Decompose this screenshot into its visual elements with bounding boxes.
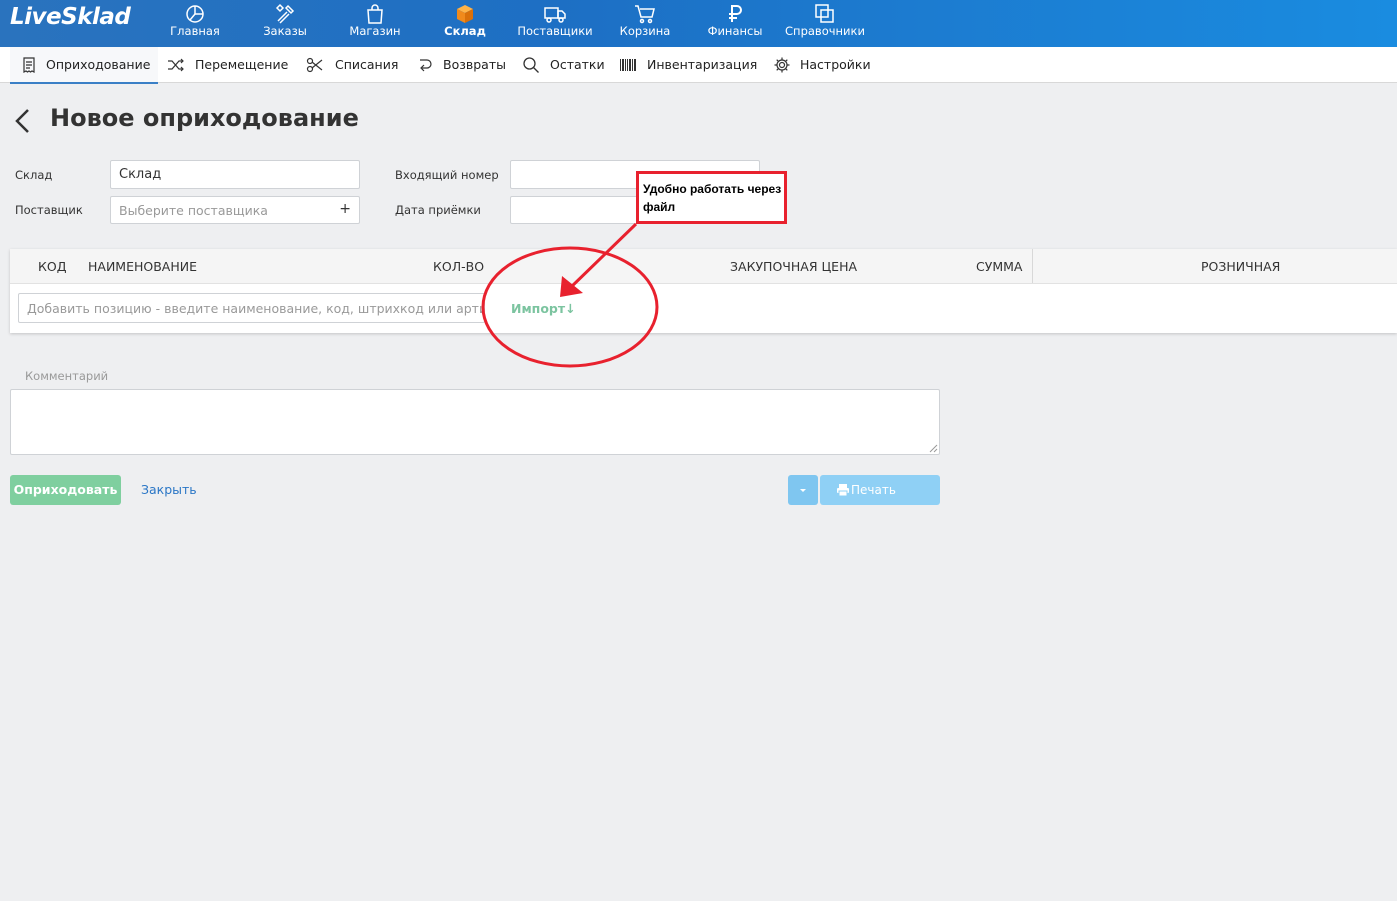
- annotation-text: Удобно работать через файл: [643, 182, 782, 214]
- comment-label: Комментарий: [25, 369, 109, 383]
- subnav-label: Оприходование: [46, 57, 151, 72]
- subnav-item-transfer[interactable]: Перемещение: [167, 47, 292, 82]
- return-icon: [420, 59, 432, 72]
- submit-receiving-button[interactable]: Оприходовать: [10, 475, 121, 505]
- comment-textarea[interactable]: [10, 389, 940, 455]
- incoming-number-label: Входящий номер: [395, 168, 499, 182]
- nav-label: Магазин: [349, 24, 401, 38]
- gear-icon: [774, 57, 790, 73]
- printer-icon: [837, 484, 849, 497]
- supplier-select[interactable]: Выберите поставщика +: [110, 196, 360, 224]
- subnav-label: Остатки: [550, 57, 605, 72]
- column-header-sum[interactable]: СУММА: [976, 259, 1022, 274]
- cart-icon: [635, 5, 655, 24]
- print-label: Печать: [851, 483, 896, 497]
- subnav-item-stock[interactable]: Остатки: [522, 47, 607, 82]
- warehouse-select[interactable]: Склад: [110, 160, 360, 189]
- column-header-purchase-price[interactable]: ЗАКУПОЧНАЯ ЦЕНА: [730, 259, 857, 274]
- import-link[interactable]: Импорт↓: [511, 301, 576, 316]
- items-table: КОД НАИМЕНОВАНИЕ КОЛ-ВО ЗАКУПОЧНАЯ ЦЕНА …: [10, 249, 1397, 333]
- subnav-label: Возвраты: [443, 57, 506, 72]
- nav-label: Поставщики: [517, 24, 593, 38]
- tools-icon: [275, 3, 295, 24]
- nav-label: Справочники: [785, 24, 865, 38]
- nav-label: Заказы: [263, 24, 307, 38]
- add-supplier-plus-icon[interactable]: +: [339, 201, 351, 217]
- pie-chart-icon: [186, 5, 204, 23]
- column-header-quantity[interactable]: КОЛ-ВО: [433, 259, 484, 274]
- search-icon: [523, 57, 539, 73]
- back-arrow-icon[interactable]: [14, 108, 32, 134]
- subnav-label: Инвентаризация: [647, 57, 758, 72]
- nav-item-cart[interactable]: Корзина: [600, 0, 690, 47]
- warehouse-label: Склад: [15, 168, 53, 182]
- subnav-item-settings[interactable]: Настройки: [773, 47, 873, 82]
- add-position-input[interactable]: Добавить позицию - введите наименование,…: [18, 293, 485, 323]
- table-header: КОД НАИМЕНОВАНИЕ КОЛ-ВО ЗАКУПОЧНАЯ ЦЕНА …: [10, 249, 1397, 284]
- copy-icon: [815, 4, 834, 23]
- column-header-name[interactable]: НАИМЕНОВАНИЕ: [88, 259, 197, 274]
- warehouse-subnav: Оприходование Перемещение Списания Возвр…: [0, 47, 1397, 84]
- shuffle-icon: [168, 58, 184, 72]
- supplier-label: Поставщик: [15, 203, 83, 217]
- truck-icon: [544, 7, 566, 23]
- subnav-item-writeoffs[interactable]: Списания: [306, 47, 406, 82]
- subnav-label: Настройки: [800, 57, 871, 72]
- annotation-callout: Удобно работать через файл: [636, 171, 787, 224]
- subnav-label: Перемещение: [195, 57, 289, 72]
- nav-item-directories[interactable]: Справочники: [780, 0, 870, 47]
- nav-label: Финансы: [707, 24, 763, 38]
- warehouse-box-icon: [457, 5, 473, 23]
- column-header-retail[interactable]: РОЗНИЧНАЯ: [1201, 259, 1280, 274]
- nav-item-warehouse[interactable]: Склад: [420, 0, 510, 47]
- subnav-item-returns[interactable]: Возвраты: [416, 47, 511, 82]
- column-header-code[interactable]: КОД: [38, 259, 66, 274]
- top-navigation-bar: LiveSklad Главная Заказы Магазин Склад П…: [0, 0, 1397, 47]
- close-link[interactable]: Закрыть: [141, 482, 197, 497]
- receipt-date-label: Дата приёмки: [395, 203, 481, 217]
- app-logo[interactable]: LiveSklad: [10, 4, 131, 30]
- subnav-label: Списания: [335, 57, 399, 72]
- print-button[interactable]: Печать: [820, 475, 940, 505]
- column-divider: [1032, 249, 1033, 283]
- nav-item-orders[interactable]: Заказы: [240, 0, 330, 47]
- nav-item-home[interactable]: Главная: [150, 0, 240, 47]
- receipt-icon: [23, 57, 35, 73]
- subnav-item-inventory[interactable]: Инвентаризация: [619, 47, 759, 82]
- nav-item-finance[interactable]: Финансы: [690, 0, 780, 47]
- resize-grip-icon[interactable]: [929, 444, 938, 453]
- supplier-placeholder: Выберите поставщика: [119, 203, 268, 218]
- scissors-icon: [306, 57, 323, 73]
- nav-item-suppliers[interactable]: Поставщики: [510, 0, 600, 47]
- page-title: Новое оприходование: [50, 104, 359, 132]
- nav-label: Главная: [170, 24, 220, 38]
- nav-label: Склад: [444, 24, 486, 38]
- print-options-dropdown-button[interactable]: [788, 475, 818, 505]
- shopping-bag-icon: [367, 4, 383, 24]
- ruble-icon: [729, 5, 742, 22]
- nav-item-shop[interactable]: Магазин: [330, 0, 420, 47]
- caret-down-icon: [800, 489, 806, 492]
- subnav-item-receiving[interactable]: Оприходование: [10, 47, 158, 84]
- nav-label: Корзина: [619, 24, 671, 38]
- barcode-icon: [620, 59, 636, 71]
